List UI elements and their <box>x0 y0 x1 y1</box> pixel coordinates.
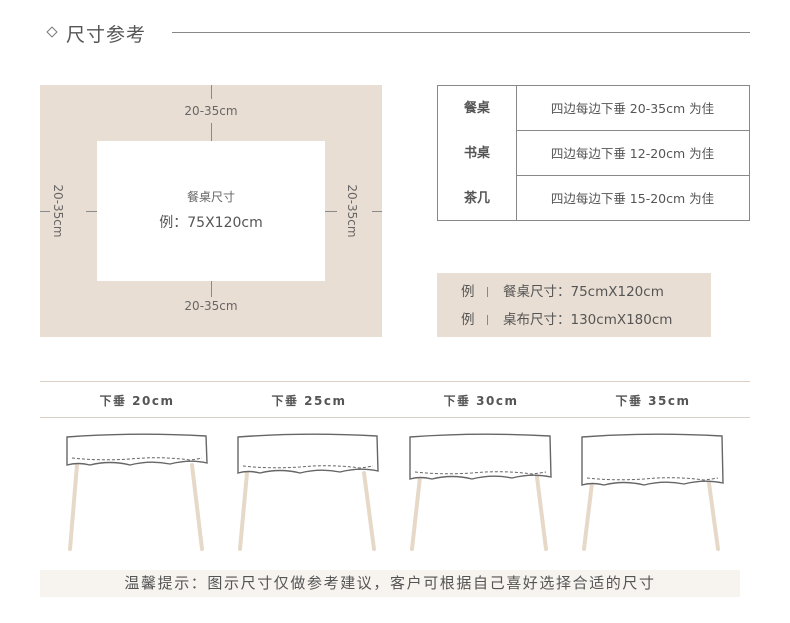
table-size-label: 餐桌尺寸 <box>186 190 235 204</box>
title-divider <box>172 32 750 33</box>
drop-label: 下垂 35cm <box>615 394 691 408</box>
table-size-example: 例：75X120cm <box>159 215 263 231</box>
tick-bottom-inner <box>211 281 212 297</box>
tick-top-inner <box>211 123 212 141</box>
table-row: 茶几 四边每边下垂 15-20cm 为佳 <box>438 176 749 221</box>
tick-right <box>372 211 382 212</box>
tick-left-inner <box>86 211 97 212</box>
example-lead: 例 <box>461 284 475 300</box>
example-separator <box>487 287 488 297</box>
section-header: 尺寸参考 <box>44 18 750 48</box>
table-top-area: 餐桌尺寸 例：75X120cm <box>97 141 325 281</box>
table-illustration-20cm <box>66 433 208 551</box>
drop-recommendation: 四边每边下垂 12-20cm 为佳 <box>550 146 715 161</box>
drop-label: 下垂 25cm <box>271 394 347 408</box>
furniture-name: 书桌 <box>463 146 490 161</box>
example-text: 桌布尺寸：130cmX180cm <box>503 312 673 328</box>
example-row: 例 餐桌尺寸：75cmX120cm <box>437 279 711 305</box>
table-row: 餐桌 四边每边下垂 20-35cm 为佳 <box>438 86 749 131</box>
table-row: 书桌 四边每边下垂 12-20cm 为佳 <box>438 131 749 176</box>
tick-top <box>211 85 212 99</box>
tablecloth-illustrations <box>66 433 724 551</box>
furniture-name: 餐桌 <box>463 101 490 116</box>
table-illustration-25cm <box>237 433 379 551</box>
tablecloth-diagram: 20-35cm 20-35cm 20-35cm 20-35cm 餐桌尺寸 例：7… <box>40 85 382 337</box>
diamond-icon <box>46 26 58 38</box>
drop-dimension-bottom: 20-35cm <box>184 299 238 313</box>
example-box: 例 餐桌尺寸：75cmX120cm 例 桌布尺寸：130cmX180cm <box>437 273 711 337</box>
drop-dimension-left: 20-35cm <box>51 184 65 238</box>
drop-length-header: 下垂 20cm 下垂 25cm 下垂 30cm 下垂 35cm <box>40 381 750 418</box>
example-row: 例 桌布尺寸：130cmX180cm <box>437 307 711 333</box>
drop-spec-table: 餐桌 四边每边下垂 20-35cm 为佳 书桌 四边每边下垂 12-20cm 为… <box>437 85 750 221</box>
furniture-name: 茶几 <box>463 191 490 206</box>
example-text: 餐桌尺寸：75cmX120cm <box>503 284 664 300</box>
table-illustration-30cm <box>409 433 552 551</box>
table-illustration-35cm <box>581 433 724 551</box>
example-separator <box>487 315 488 325</box>
drop-label: 下垂 20cm <box>99 394 175 408</box>
drop-dimension-right: 20-35cm <box>345 184 359 238</box>
drop-recommendation: 四边每边下垂 20-35cm 为佳 <box>550 101 715 116</box>
tip-note: 温馨提示：图示尺寸仅做参考建议，客户可根据自己喜好选择合适的尺寸 <box>40 570 740 597</box>
drop-dimension-top: 20-35cm <box>184 104 238 118</box>
drop-label: 下垂 30cm <box>443 394 519 408</box>
tick-right-inner <box>325 211 337 212</box>
section-title: 尺寸参考 <box>66 24 147 46</box>
tick-left <box>40 211 50 212</box>
example-lead: 例 <box>461 312 475 328</box>
drop-recommendation: 四边每边下垂 15-20cm 为佳 <box>550 191 715 206</box>
